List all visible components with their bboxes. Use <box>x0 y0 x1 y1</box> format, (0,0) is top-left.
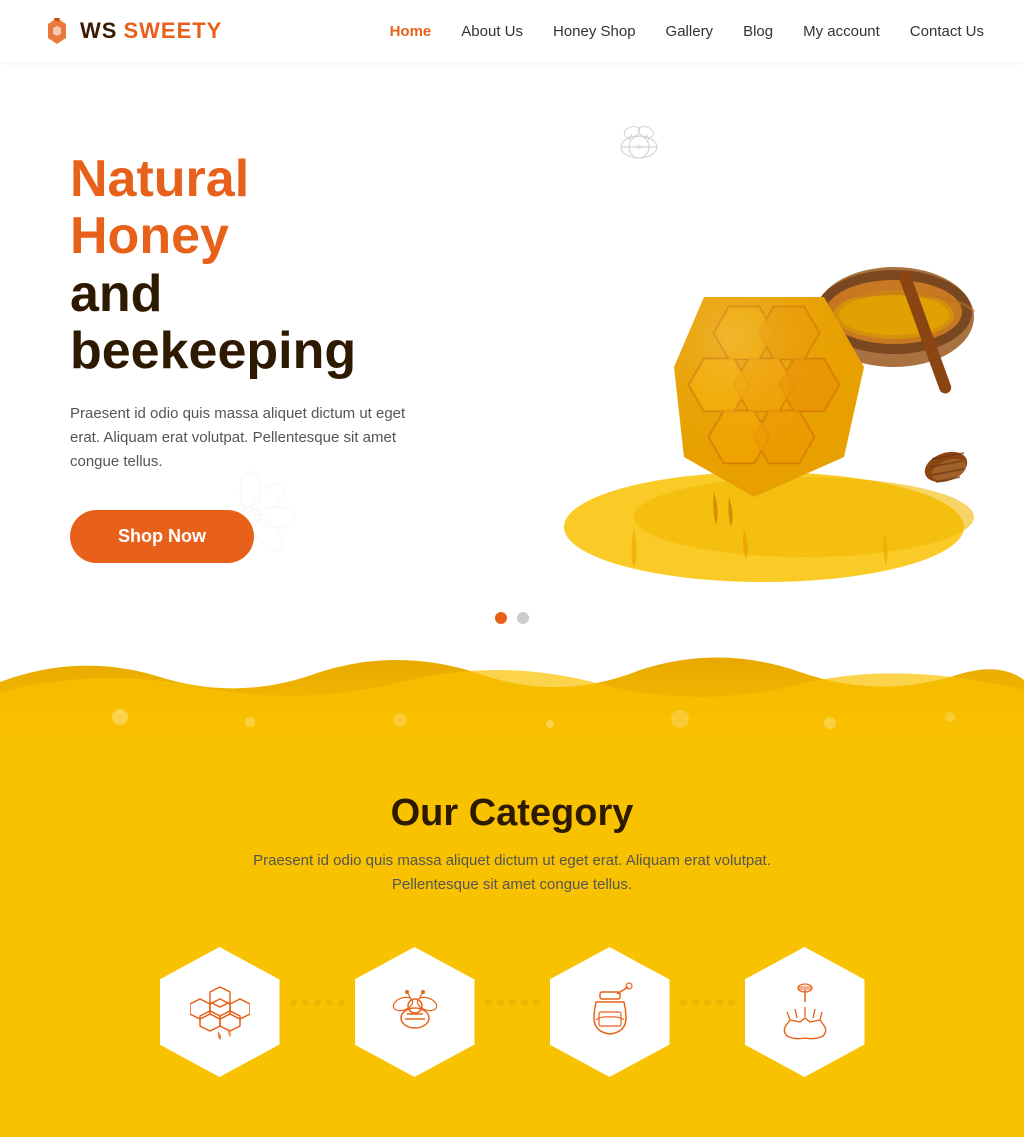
category-item-jar[interactable] <box>550 947 670 1077</box>
category-section: Our Category Praesent id odio quis massa… <box>0 742 1024 1137</box>
dot-sep <box>314 999 321 1006</box>
dot-sep <box>692 999 699 1006</box>
carousel-dots <box>495 612 529 624</box>
site-header: WS SWEETY Home About Us Honey Shop Galle… <box>0 0 1024 62</box>
hex-jar <box>550 947 670 1077</box>
dots-sep-3 <box>680 999 735 1026</box>
dot-sep <box>716 999 723 1006</box>
dot-sep <box>704 999 711 1006</box>
nav-honey-shop[interactable]: Honey Shop <box>553 23 636 40</box>
category-title: Our Category <box>40 792 984 835</box>
nav-account[interactable]: My account <box>803 23 880 40</box>
honeycomb-icon <box>190 982 250 1042</box>
carousel-dot-2[interactable] <box>517 612 529 624</box>
logo-sweety: SWEETY <box>123 18 222 44</box>
logo[interactable]: WS SWEETY <box>40 14 222 48</box>
hero-section: Natural Honey and beekeeping Praesent id… <box>0 62 1024 652</box>
main-nav: Home About Us Honey Shop Gallery Blog My… <box>390 23 984 40</box>
nav-about[interactable]: About Us <box>461 23 523 40</box>
dots-sep-1 <box>290 999 345 1026</box>
dot-sep <box>521 999 528 1006</box>
logo-icon <box>40 14 74 48</box>
category-description: Praesent id odio quis massa aliquet dict… <box>252 849 772 897</box>
hex-bee <box>355 947 475 1077</box>
nav-blog[interactable]: Blog <box>743 23 773 40</box>
hero-content: Natural Honey and beekeeping Praesent id… <box>0 91 480 623</box>
hero-illustration <box>434 97 1014 617</box>
logo-ws: WS <box>80 18 117 44</box>
hex-dipper <box>745 947 865 1077</box>
dot-sep <box>680 999 687 1006</box>
bee-sketch-decoration <box>594 112 684 177</box>
shop-now-button[interactable]: Shop Now <box>70 510 254 563</box>
dot-sep <box>497 999 504 1006</box>
nav-contact[interactable]: Contact Us <box>910 23 984 40</box>
hex-honeycomb <box>160 947 280 1077</box>
category-item-honeycomb[interactable] <box>160 947 280 1077</box>
bee-icon <box>385 982 445 1042</box>
dot-sep <box>509 999 516 1006</box>
dipper-icon <box>775 982 835 1042</box>
category-item-dipper[interactable] <box>745 947 865 1077</box>
category-icons-row <box>40 947 984 1077</box>
hero-title-line1: Natural Honey <box>70 151 410 265</box>
hero-description: Praesent id odio quis massa aliquet dict… <box>70 402 410 474</box>
carousel-dot-1[interactable] <box>495 612 507 624</box>
dot-sep <box>326 999 333 1006</box>
hero-image-area <box>424 62 1024 652</box>
dot-sep <box>290 999 297 1006</box>
dots-sep-2 <box>485 999 540 1026</box>
jar-icon <box>580 982 640 1042</box>
dot-sep <box>485 999 492 1006</box>
dot-sep <box>728 999 735 1006</box>
nav-home[interactable]: Home <box>390 23 432 40</box>
dot-sep <box>338 999 345 1006</box>
wave-divider <box>0 652 1024 742</box>
dot-sep <box>533 999 540 1006</box>
hero-title-line2: and beekeeping <box>70 266 410 380</box>
dot-sep <box>302 999 309 1006</box>
category-item-bee[interactable] <box>355 947 475 1077</box>
nav-gallery[interactable]: Gallery <box>666 23 714 40</box>
